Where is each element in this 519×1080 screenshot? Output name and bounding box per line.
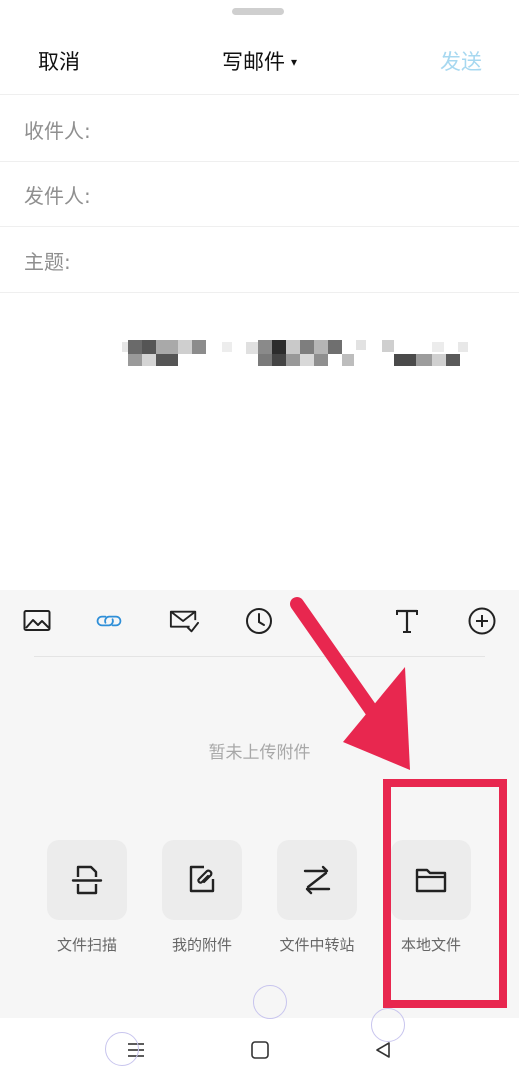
touch-indicator <box>253 985 287 1019</box>
annotation-arrow <box>290 597 410 770</box>
touch-indicator <box>105 1032 139 1066</box>
home-icon[interactable] <box>246 1036 274 1064</box>
touch-indicator <box>371 1008 405 1042</box>
system-navbar <box>0 1018 519 1080</box>
